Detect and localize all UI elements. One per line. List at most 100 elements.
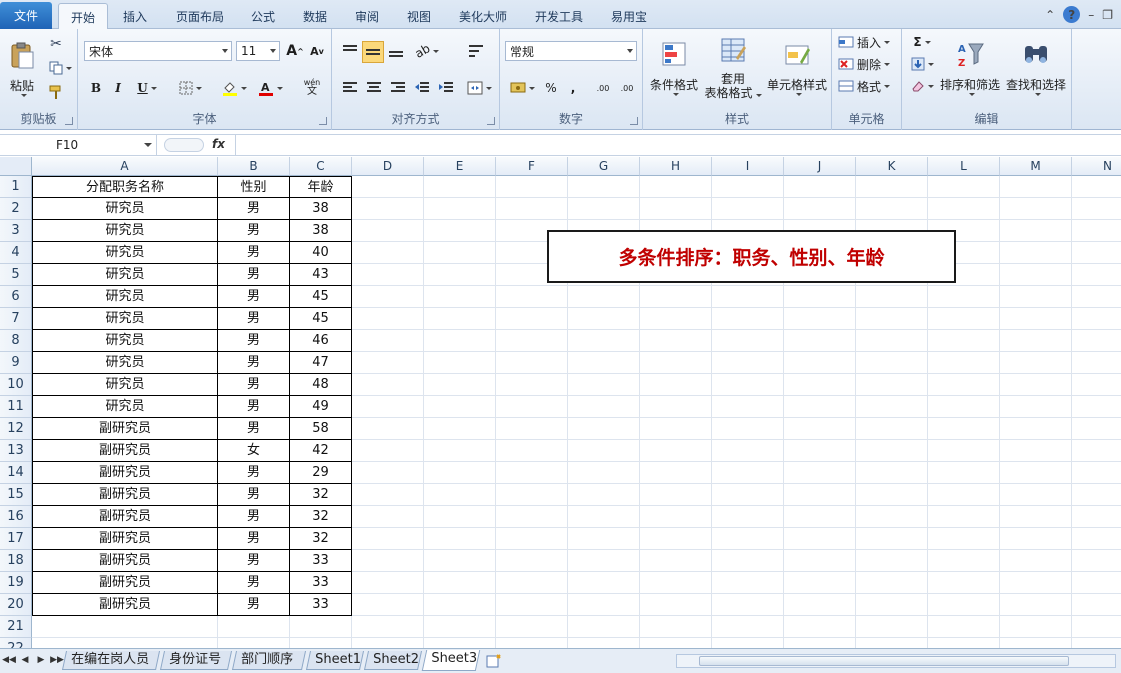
column-header-g[interactable]: G xyxy=(568,157,640,176)
table-cell[interactable]: 45 xyxy=(290,286,352,308)
grow-font-button[interactable]: A ^ xyxy=(286,42,304,60)
table-cell[interactable]: 33 xyxy=(290,550,352,572)
paste-dropdown-icon[interactable] xyxy=(20,94,27,97)
tab-home[interactable]: 开始 xyxy=(58,3,108,30)
table-cell[interactable]: 男 xyxy=(218,396,290,418)
row-header-16[interactable]: 16 xyxy=(0,506,32,528)
align-right-button[interactable] xyxy=(388,78,408,98)
sheet-tab[interactable]: Sheet2 xyxy=(363,651,423,670)
fill-button[interactable] xyxy=(908,55,936,73)
prev-sheet-icon[interactable]: ◀ xyxy=(18,653,32,667)
column-header-f[interactable]: F xyxy=(496,157,568,176)
sheet-tab[interactable]: 在编在岗人员 xyxy=(61,651,161,670)
table-cell[interactable]: 副研究员 xyxy=(32,462,218,484)
wrap-text-button[interactable] xyxy=(464,41,490,61)
tab-view[interactable]: 视图 xyxy=(396,3,442,29)
copy-button[interactable] xyxy=(46,59,74,77)
table-cell[interactable]: 33 xyxy=(290,594,352,616)
table-cell[interactable]: 副研究员 xyxy=(32,550,218,572)
table-cell[interactable]: 副研究员 xyxy=(32,440,218,462)
tab-easy-use[interactable]: 易用宝 xyxy=(600,3,658,29)
name-box-dropdown-icon[interactable] xyxy=(144,143,152,147)
name-box[interactable]: F10 xyxy=(0,135,157,156)
increase-indent-button[interactable] xyxy=(436,78,456,98)
increase-decimal-button[interactable]: .00 xyxy=(592,78,614,98)
find-select-button[interactable]: 查找和选择 xyxy=(1004,33,1068,103)
column-header-j[interactable]: J xyxy=(784,157,856,176)
align-left-button[interactable] xyxy=(340,78,360,98)
format-painter-button[interactable] xyxy=(46,83,66,101)
decrease-decimal-button[interactable]: .00 xyxy=(616,78,638,98)
table-cell[interactable]: 男 xyxy=(218,528,290,550)
column-header-e[interactable]: E xyxy=(424,157,496,176)
insert-sheet-button[interactable] xyxy=(484,653,504,669)
table-cell[interactable]: 副研究员 xyxy=(32,506,218,528)
table-cell[interactable]: 男 xyxy=(218,286,290,308)
align-bottom-button[interactable] xyxy=(386,41,406,61)
table-cell[interactable]: 男 xyxy=(218,418,290,440)
table-cell[interactable]: 男 xyxy=(218,330,290,352)
merge-center-button[interactable] xyxy=(464,78,494,98)
table-cell[interactable]: 32 xyxy=(290,528,352,550)
format-cells-button[interactable]: 格式 xyxy=(838,77,898,95)
borders-button[interactable] xyxy=(174,78,206,98)
font-launcher-icon[interactable] xyxy=(319,117,327,125)
table-cell[interactable]: 47 xyxy=(290,352,352,374)
table-cell[interactable]: 46 xyxy=(290,330,352,352)
tab-data[interactable]: 数据 xyxy=(292,3,338,29)
number-format-combo[interactable]: 常规 xyxy=(505,41,637,61)
row-header-13[interactable]: 13 xyxy=(0,440,32,462)
autosum-button[interactable]: Σ xyxy=(908,33,936,51)
column-header-i[interactable]: I xyxy=(712,157,784,176)
table-cell[interactable]: 研究员 xyxy=(32,352,218,374)
column-header-c[interactable]: C xyxy=(290,157,352,176)
underline-button[interactable]: U xyxy=(132,78,162,98)
column-header-d[interactable]: D xyxy=(352,157,424,176)
align-center-button[interactable] xyxy=(364,78,384,98)
align-top-button[interactable] xyxy=(340,41,360,61)
table-cell[interactable]: 研究员 xyxy=(32,198,218,220)
column-header-h[interactable]: H xyxy=(640,157,712,176)
table-cell[interactable]: 49 xyxy=(290,396,352,418)
row-header-9[interactable]: 9 xyxy=(0,352,32,374)
annotation-textbox[interactable]: 多条件排序：职务、性别、年龄 xyxy=(547,230,956,283)
table-cell[interactable]: 男 xyxy=(218,506,290,528)
table-cell[interactable]: 副研究员 xyxy=(32,528,218,550)
table-cell[interactable]: 45 xyxy=(290,308,352,330)
table-cell[interactable]: 男 xyxy=(218,572,290,594)
table-cell[interactable]: 研究员 xyxy=(32,242,218,264)
alignment-launcher-icon[interactable] xyxy=(487,117,495,125)
insert-cells-button[interactable]: 插入 xyxy=(838,33,898,51)
tab-developer[interactable]: 开发工具 xyxy=(524,3,594,29)
tab-page-layout[interactable]: 页面布局 xyxy=(165,3,235,29)
table-cell[interactable]: 男 xyxy=(218,462,290,484)
table-cell[interactable]: 男 xyxy=(218,550,290,572)
table-cell[interactable]: 33 xyxy=(290,572,352,594)
row-header-18[interactable]: 18 xyxy=(0,550,32,572)
cut-button[interactable]: ✂ xyxy=(46,35,66,53)
table-cell[interactable]: 研究员 xyxy=(32,264,218,286)
sheet-tab[interactable]: 部门顺序 xyxy=(231,651,307,670)
next-sheet-icon[interactable]: ▶ xyxy=(34,653,48,667)
table-cell[interactable]: 38 xyxy=(290,198,352,220)
row-header-7[interactable]: 7 xyxy=(0,308,32,330)
tab-formulas[interactable]: 公式 xyxy=(240,3,286,29)
row-header-15[interactable]: 15 xyxy=(0,484,32,506)
row-header-21[interactable]: 21 xyxy=(0,616,32,638)
orientation-button[interactable]: ab xyxy=(412,41,442,61)
row-header-3[interactable]: 3 xyxy=(0,220,32,242)
bold-button[interactable]: B xyxy=(86,78,106,98)
fill-color-dropdown-icon[interactable] xyxy=(240,86,247,90)
paste-button[interactable]: 粘贴 xyxy=(4,33,40,105)
delete-cells-button[interactable]: 删除 xyxy=(838,55,898,73)
row-header-10[interactable]: 10 xyxy=(0,374,32,396)
table-cell[interactable]: 38 xyxy=(290,220,352,242)
clear-button[interactable] xyxy=(908,77,936,95)
table-cell[interactable]: 48 xyxy=(290,374,352,396)
tab-beautify[interactable]: 美化大师 xyxy=(448,3,518,29)
table-cell[interactable]: 58 xyxy=(290,418,352,440)
font-color-dropdown-icon[interactable] xyxy=(276,86,283,90)
table-cell[interactable]: 研究员 xyxy=(32,330,218,352)
table-cell[interactable]: 男 xyxy=(218,220,290,242)
row-header-2[interactable]: 2 xyxy=(0,198,32,220)
